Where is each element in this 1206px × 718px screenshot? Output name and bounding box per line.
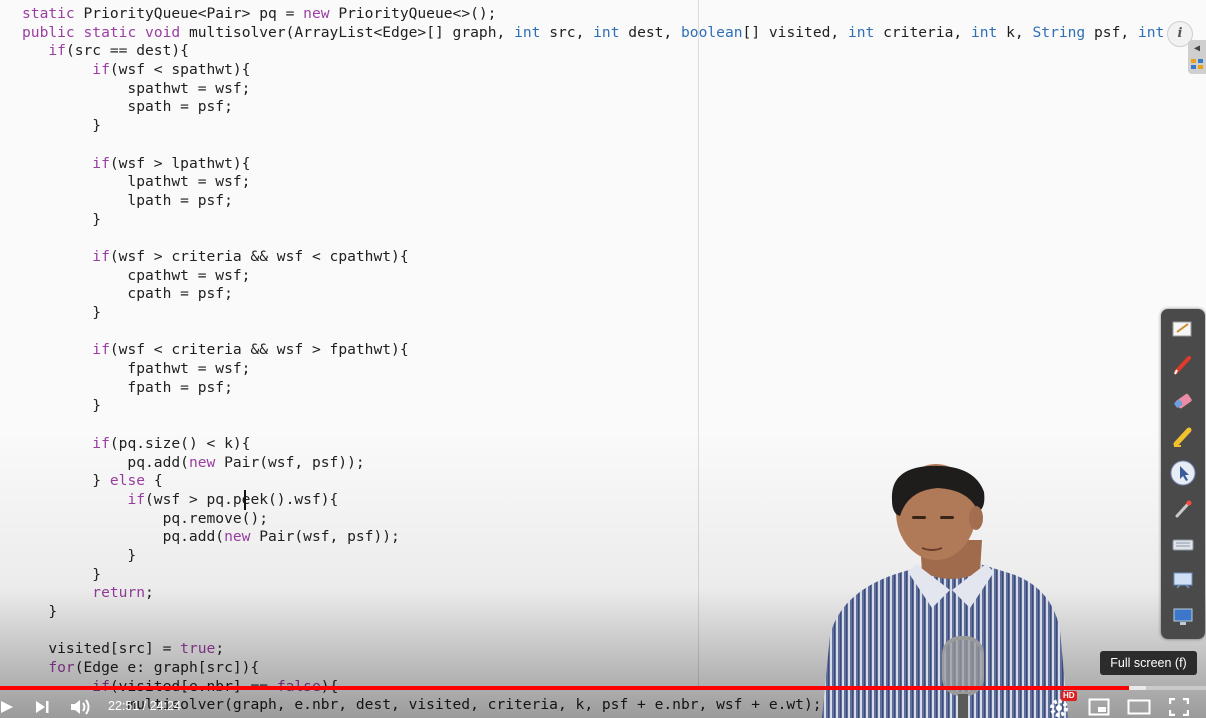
annotation-toolbar — [1161, 309, 1205, 639]
tools-grid-icon — [1191, 59, 1203, 69]
next-icon — [36, 701, 49, 713]
code-line: lpath = psf; — [22, 191, 233, 209]
keyboard-icon[interactable] — [1169, 531, 1197, 559]
code-line: public static void multisolver(ArrayList… — [22, 23, 1165, 41]
code-line: spathwt = wsf; — [22, 79, 251, 97]
code-line: } — [22, 397, 102, 415]
screen-icon[interactable] — [1169, 603, 1197, 631]
code-line: if(wsf > criteria && wsf < cpathwt){ — [92, 247, 409, 265]
volume-button[interactable] — [66, 694, 96, 718]
eraser-icon[interactable] — [1169, 387, 1197, 415]
settings-button[interactable]: HD — [1046, 691, 1077, 718]
code-line: fpathwt = wsf; — [22, 360, 251, 378]
fullscreen-tooltip: Full screen (f) — [1100, 651, 1197, 675]
code-line: } — [22, 304, 102, 321]
code-line: } — [22, 210, 102, 228]
code-line: ​ — [22, 229, 1164, 248]
miniplayer-button[interactable] — [1086, 694, 1112, 718]
toolbar-collapse-button[interactable]: ◀ — [1188, 40, 1206, 74]
time-display: 22:51 / 24:24 — [108, 699, 181, 713]
code-line: lpathwt = wsf; — [22, 173, 251, 191]
volume-icon — [71, 699, 90, 715]
pointer-icon[interactable] — [1169, 459, 1197, 487]
player-controls: 22:51 / 24:24 HD — [0, 690, 1206, 718]
code-line: if(wsf < criteria && wsf > fpathwt){ — [92, 341, 409, 359]
play-icon — [1, 701, 13, 713]
whiteboard-icon[interactable] — [1169, 567, 1197, 595]
laser-icon[interactable] — [1169, 495, 1197, 523]
fullscreen-icon — [1169, 698, 1189, 716]
next-button[interactable] — [30, 694, 54, 718]
miniplayer-icon — [1088, 698, 1110, 716]
hd-badge: HD — [1061, 691, 1077, 701]
collapse-arrow-icon: ◀ — [1193, 43, 1201, 54]
pen-icon[interactable] — [1169, 351, 1197, 379]
theater-icon — [1127, 699, 1151, 715]
code-line: } — [22, 117, 102, 135]
play-button[interactable] — [0, 694, 16, 718]
code-line: ​ — [22, 136, 1164, 155]
code-line: cpathwt = wsf; — [22, 266, 251, 284]
code-line: static PriorityQueue<Pair> pq = new Prio… — [22, 5, 497, 22]
code-line: if(wsf > lpathwt){ — [92, 154, 251, 172]
theater-mode-button[interactable] — [1125, 694, 1153, 718]
code-line: if(src == dest){ — [48, 42, 189, 60]
highlighter-icon[interactable] — [1169, 423, 1197, 451]
code-line: cpath = psf; — [22, 285, 233, 303]
code-line: if(wsf < spathwt){ — [92, 61, 251, 79]
webcam-presenter — [812, 460, 1082, 718]
video-frame[interactable]: static PriorityQueue<Pair> pq = new Prio… — [0, 0, 1206, 718]
code-line: ​ — [22, 323, 1164, 342]
code-line: spath = psf; — [22, 98, 233, 116]
notes-icon[interactable] — [1169, 315, 1197, 343]
presenter-image — [822, 464, 1068, 718]
fullscreen-button[interactable] — [1166, 694, 1192, 718]
code-line: fpath = psf; — [22, 378, 233, 396]
